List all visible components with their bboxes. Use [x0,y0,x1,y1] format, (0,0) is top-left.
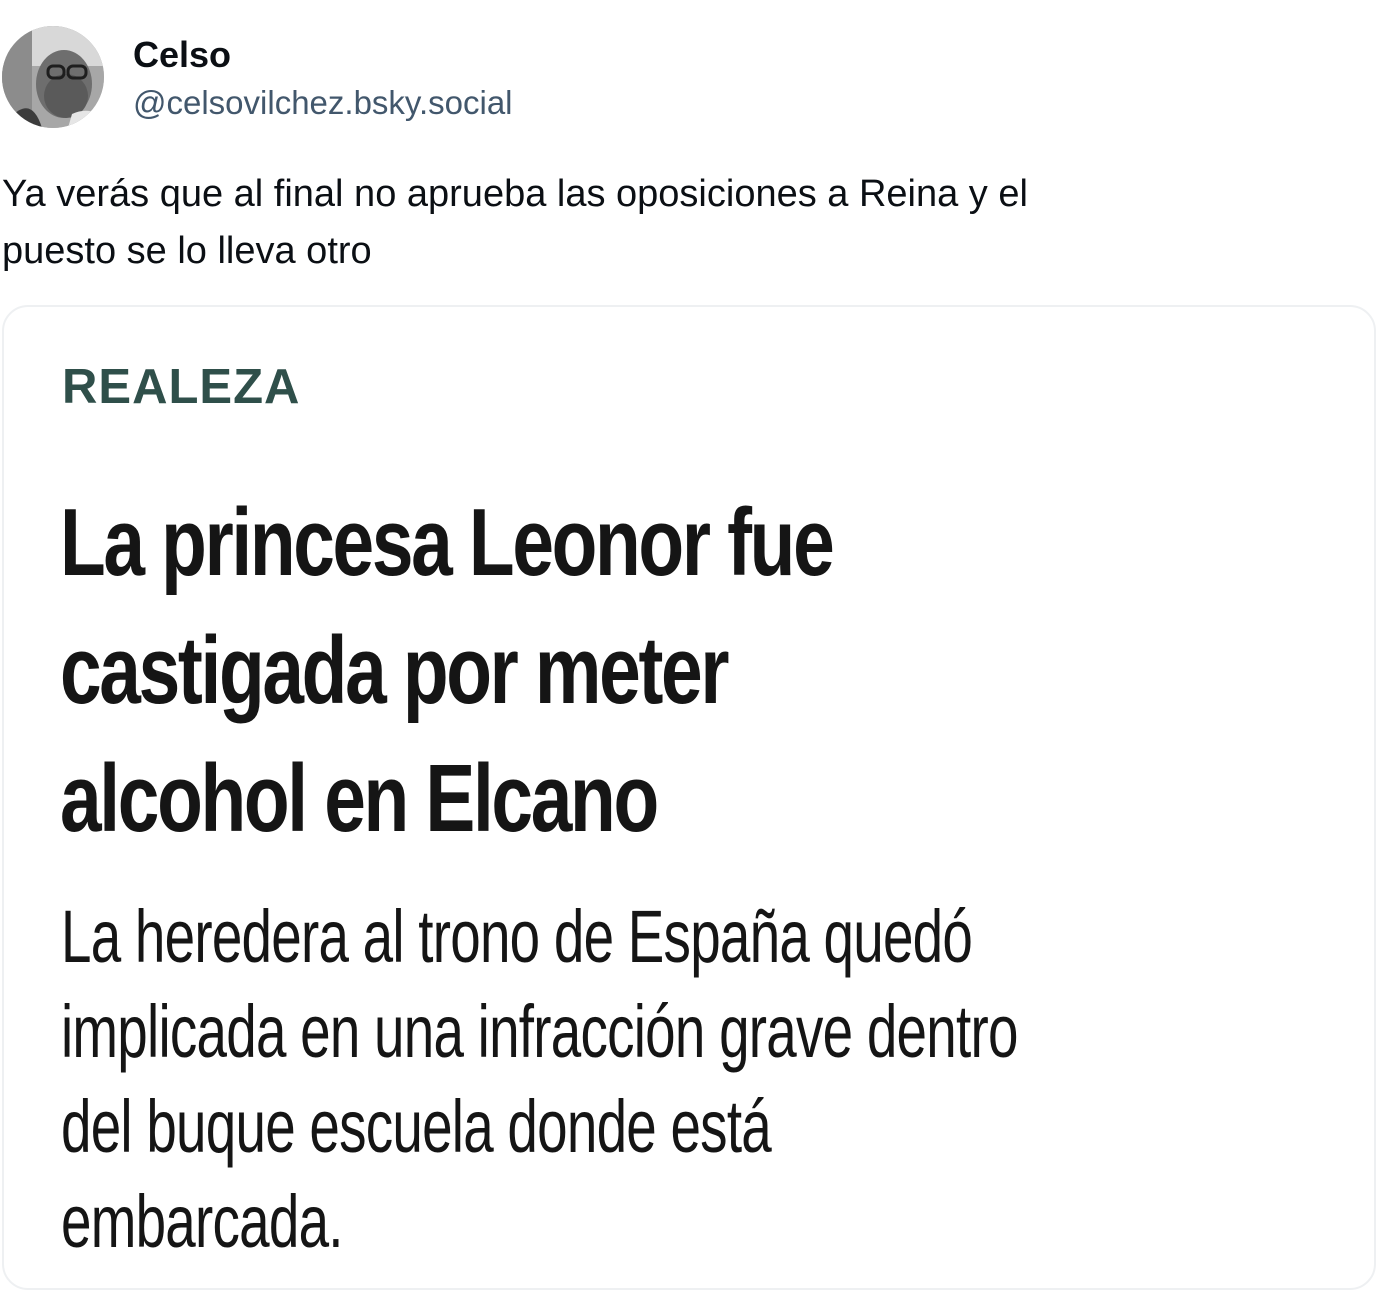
headline-line: alcohol en Elcano [60,745,659,852]
avatar[interactable] [2,26,104,128]
subhead-line: implicada en una infracción grave dentro [61,990,1018,1073]
post: Celso @celsovilchez.bsky.social Ya verás… [0,0,1400,1314]
post-text: Ya verás que al final no aprueba las opo… [2,166,1322,280]
article-section-label: REALEZA [62,360,301,414]
post-text-line: Ya verás que al final no aprueba las opo… [2,173,1028,215]
user-photo-avatar-icon [2,26,104,128]
post-author-row: Celso @celsovilchez.bsky.social [0,26,800,130]
embedded-image-card[interactable]: REALEZA La princesa Leonor fue castigada… [2,305,1376,1290]
subhead-line: del buque escuela donde está [61,1085,772,1168]
headline-line: castigada por meter [60,617,729,724]
article-subheadline: La heredera al trono de España quedó imp… [61,889,1319,1269]
subhead-line: embarcada. [61,1180,344,1263]
subhead-line: La heredera al trono de España quedó [61,895,973,978]
author-display-name[interactable]: Celso [133,34,231,76]
headline-line: La princesa Leonor fue [60,489,835,596]
article-headline: La princesa Leonor fue castigada por met… [60,479,996,863]
post-text-line: puesto se lo lleva otro [2,230,372,272]
author-handle[interactable]: @celsovilchez.bsky.social [133,84,513,122]
